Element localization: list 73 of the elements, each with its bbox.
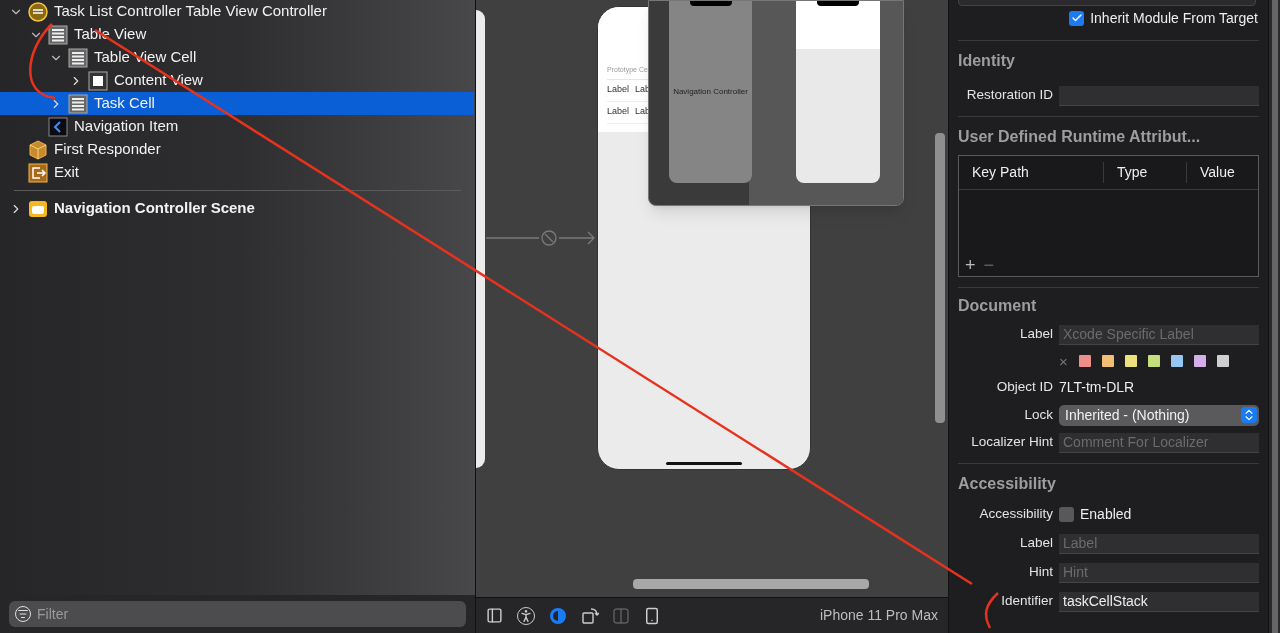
field-label: Identifier <box>1000 592 1053 611</box>
column-header[interactable]: Type <box>1103 162 1186 183</box>
object-id-value: 7LT-tm-DLR <box>1059 378 1135 397</box>
field-label: Label <box>1018 534 1053 553</box>
minimap-label: Navigation Controller <box>673 86 748 98</box>
outline-row[interactable]: Task List Controller Table View Controller <box>0 0 474 23</box>
section-title: Document <box>958 296 1038 316</box>
field-label: Object ID <box>995 378 1053 397</box>
text-field[interactable]: Xcode Specific Label <box>1059 324 1259 345</box>
back-chevron-icon <box>48 116 68 137</box>
color-swatch[interactable] <box>1170 355 1183 367</box>
sidebar-toggle-icon[interactable] <box>486 607 503 624</box>
table-icon <box>48 24 68 45</box>
cube-icon <box>28 139 48 160</box>
split-view-icon[interactable] <box>613 607 629 624</box>
vertical-scrollbar[interactable] <box>935 133 945 423</box>
view-icon <box>88 70 108 91</box>
module-field[interactable] <box>958 0 1256 6</box>
clear-color-button[interactable]: × <box>1059 353 1068 369</box>
field-label: Restoration ID <box>965 86 1053 105</box>
checkbox-label: Inherit Module From Target <box>1090 8 1258 28</box>
outline-row[interactable]: Navigation Controller Scene <box>0 197 475 220</box>
outline-label: First Responder <box>54 139 161 160</box>
outline-row[interactable]: First Responder <box>0 138 474 161</box>
stepper-icon <box>1241 407 1257 423</box>
device-selector[interactable]: iPhone 11 Pro Max <box>819 605 938 626</box>
outline-row[interactable]: Exit <box>0 161 474 184</box>
outline-row[interactable]: Task Cell <box>0 92 474 115</box>
device-icon[interactable] <box>643 606 661 625</box>
color-swatch[interactable] <box>1101 355 1114 367</box>
outline-label: Task Cell <box>94 93 155 114</box>
checkbox[interactable] <box>1059 507 1074 522</box>
table-icon <box>68 93 88 114</box>
column-header[interactable]: Value <box>1186 162 1258 183</box>
field-label: Localizer Hint <box>970 433 1053 452</box>
field-label: Accessibility <box>978 505 1053 524</box>
color-swatch[interactable] <box>1147 355 1160 367</box>
cell-label: Label <box>607 105 630 119</box>
text-field[interactable]: Hint <box>1059 562 1259 583</box>
outline-label: Navigation Item <box>74 116 179 137</box>
field-label: Hint <box>1028 563 1053 582</box>
color-swatch[interactable] <box>1124 355 1137 367</box>
checkbox[interactable] <box>1069 10 1085 26</box>
add-button[interactable]: + <box>965 256 976 274</box>
section-title: User Defined Runtime Attribut... <box>958 127 1202 147</box>
section-title: Accessibility <box>958 474 1057 494</box>
color-swatch[interactable] <box>1193 355 1206 367</box>
exit-icon <box>28 162 48 183</box>
outline-label: Navigation Controller Scene <box>54 198 255 219</box>
checkbox-label: Enabled <box>1080 505 1132 524</box>
color-swatch[interactable] <box>1216 355 1229 367</box>
section-title: Identity <box>958 51 1016 71</box>
appearance-icon[interactable] <box>549 606 567 625</box>
rotate-icon[interactable] <box>581 606 599 625</box>
scene-icon <box>28 199 48 218</box>
lock-select[interactable]: Inherited - (Nothing) <box>1059 404 1259 426</box>
column-header[interactable]: Key Path <box>959 162 1103 183</box>
text-field[interactable]: Label <box>1059 533 1259 554</box>
outline-label: Exit <box>54 162 79 183</box>
text-field[interactable] <box>1059 85 1259 106</box>
outline-label: Task List Controller Table View Controller <box>54 1 327 22</box>
cell-label: Label <box>607 83 630 97</box>
field-label: Lock <box>1023 405 1053 424</box>
outline-row[interactable]: Navigation Item <box>0 115 474 138</box>
text-field[interactable]: Comment For Localizer <box>1059 432 1259 453</box>
field-label: Label <box>1018 325 1053 344</box>
controller-icon <box>28 1 48 22</box>
check-icon <box>1070 12 1083 24</box>
table-icon <box>68 47 88 68</box>
filter-field[interactable]: Filter <box>9 601 466 627</box>
color-swatch[interactable] <box>1078 355 1091 367</box>
text-field[interactable]: taskCellStack <box>1059 591 1259 612</box>
horizontal-scrollbar[interactable] <box>633 579 869 589</box>
